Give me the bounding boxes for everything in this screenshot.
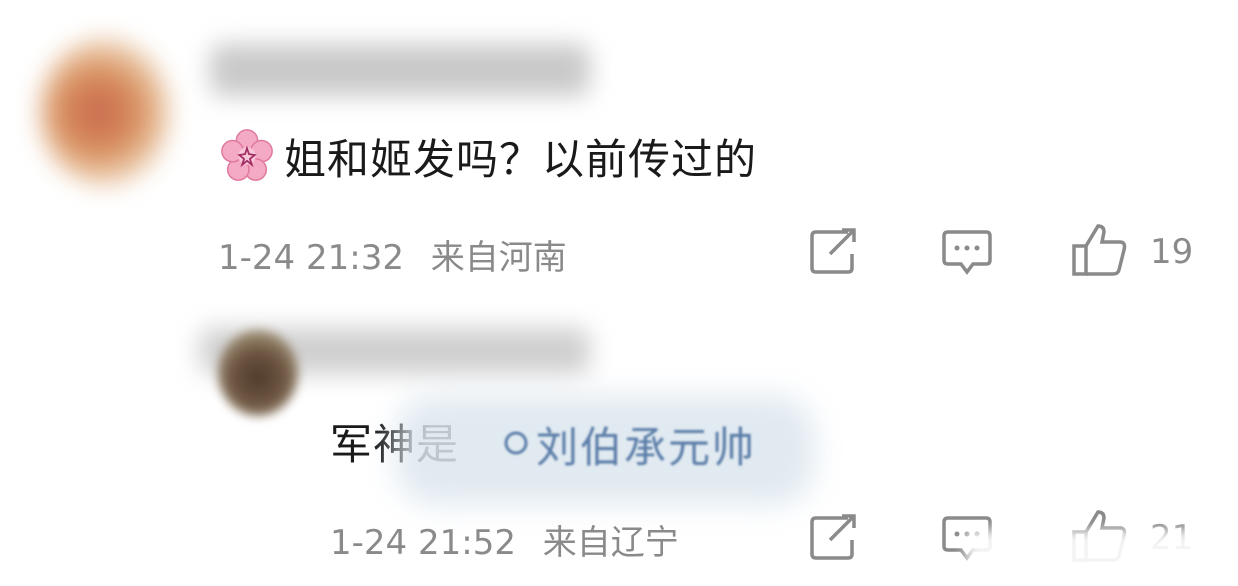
like-count: 19 — [1150, 232, 1194, 272]
username-blurred[interactable] — [210, 44, 590, 96]
timestamp: 1-24 21:32 — [218, 238, 404, 278]
timestamp: 1-24 21:52 — [330, 523, 516, 563]
avatar[interactable] — [40, 38, 170, 186]
like-icon[interactable] — [1070, 222, 1128, 278]
search-icon — [504, 431, 528, 454]
mention-text[interactable]: 刘伯承元帅 — [536, 414, 756, 475]
cherry-blossom-icon — [221, 129, 273, 181]
comment-meta: 1-24 21:52 来自辽宁 — [330, 515, 679, 564]
mention-link[interactable]: 刘伯承元帅 — [500, 414, 756, 475]
location: 来自辽宁 — [542, 523, 679, 563]
comment-meta: 1-24 21:32 来自河南 — [218, 230, 567, 279]
avatar[interactable] — [218, 330, 298, 416]
share-icon[interactable] — [808, 514, 860, 562]
watermark — [966, 530, 1226, 576]
comment-text: 姐和姬发吗？以前传过的 — [218, 126, 757, 186]
location: 来自河南 — [430, 238, 567, 278]
comment-text-content: 姐和姬发吗？以前传过的 — [284, 134, 758, 184]
share-icon[interactable] — [808, 228, 860, 276]
comment-icon[interactable] — [942, 228, 992, 276]
